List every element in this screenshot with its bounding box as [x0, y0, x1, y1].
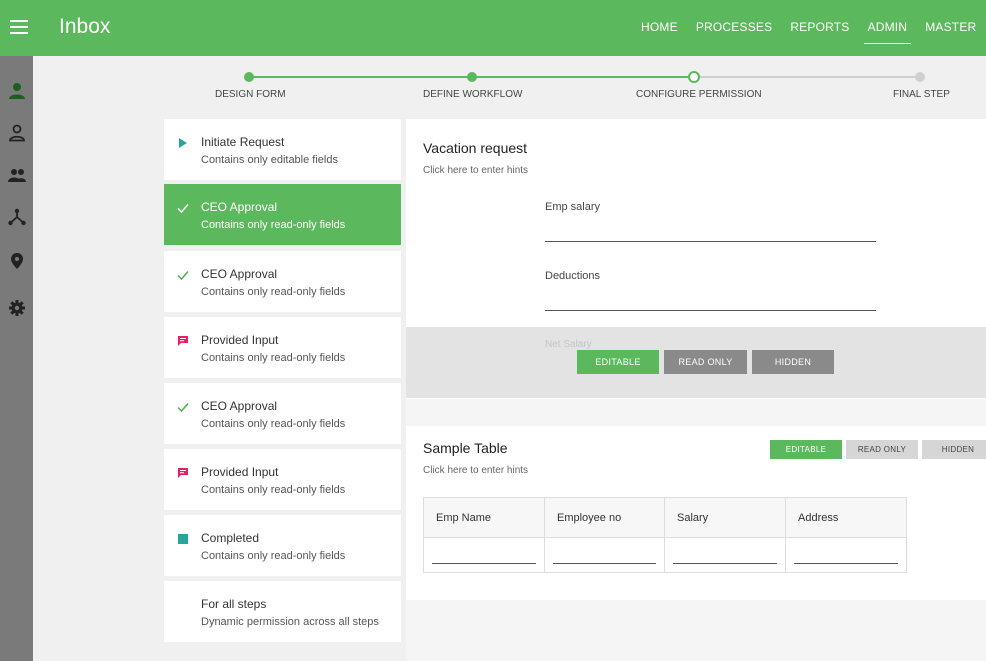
- step-title: CEO Approval: [201, 200, 278, 214]
- step-subtitle: Contains only read-only fields: [201, 219, 346, 231]
- list-item[interactable]: Completed Contains only read-only fields: [164, 515, 401, 576]
- table-cell-input[interactable]: [424, 538, 545, 572]
- main-nav: HOME PROCESSES REPORTS ADMIN MASTER: [641, 0, 986, 56]
- table-read-only-button[interactable]: READ ONLY: [846, 440, 918, 459]
- nav-reports[interactable]: REPORTS: [790, 0, 849, 56]
- sample-table: Emp Name Employee no Salary Address: [423, 497, 907, 573]
- settings-icon[interactable]: [8, 299, 26, 317]
- page-title: Inbox: [59, 15, 111, 38]
- step-title: CEO Approval: [201, 399, 278, 413]
- table-title: Sample Table: [423, 440, 508, 456]
- step-title: Provided Input: [201, 333, 279, 347]
- table-row: [424, 538, 906, 572]
- step-title: Completed: [201, 531, 260, 545]
- column-header-address: Address: [798, 512, 839, 524]
- step-subtitle: Dynamic permission across all steps: [201, 616, 379, 628]
- step-subtitle: Contains only read-only fields: [201, 286, 346, 298]
- stepper-remaining-line: [694, 76, 920, 78]
- left-rail: [0, 56, 33, 661]
- stepper-label-define-workflow[interactable]: DEFINE WORKFLOW: [423, 89, 522, 100]
- hidden-button[interactable]: HIDDEN: [752, 350, 834, 374]
- step-subtitle: Contains only editable fields: [201, 154, 338, 166]
- emp-salary-field[interactable]: [545, 241, 876, 242]
- table-card: Sample Table Click here to enter hints E…: [406, 426, 986, 600]
- form-hint[interactable]: Click here to enter hints: [423, 165, 528, 176]
- deductions-field[interactable]: [545, 310, 876, 311]
- stepper-dot-design-form[interactable]: [244, 72, 254, 82]
- table-header-row: Emp Name Employee no Salary Address: [424, 498, 906, 538]
- stepper-dot-configure-permission[interactable]: [688, 71, 700, 83]
- stepper-label-configure-permission[interactable]: CONFIGURE PERMISSION: [636, 89, 762, 100]
- field-label-emp-salary: Emp salary: [545, 201, 601, 213]
- form-title: Vacation request: [423, 140, 528, 156]
- list-item[interactable]: Provided Input Contains only read-only f…: [164, 449, 401, 510]
- stepper-dot-final-step[interactable]: [915, 72, 925, 82]
- field-label-deductions: Deductions: [545, 270, 601, 282]
- comment-icon: [178, 336, 188, 346]
- nav-admin[interactable]: ADMIN: [863, 0, 911, 56]
- list-item[interactable]: CEO Approval Contains only read-only fie…: [164, 184, 401, 245]
- step-subtitle: Contains only read-only fields: [201, 352, 346, 364]
- table-cell-input[interactable]: [545, 538, 665, 572]
- field-label-net-salary: Net Salary: [545, 339, 592, 350]
- list-item[interactable]: Provided Input Contains only read-only f…: [164, 317, 401, 378]
- form-card: Vacation request Click here to enter hin…: [406, 119, 986, 399]
- table-hint[interactable]: Click here to enter hints: [423, 465, 528, 476]
- square-icon: [178, 534, 188, 544]
- column-header-salary: Salary: [665, 498, 786, 537]
- step-title: Provided Input: [201, 465, 279, 479]
- step-subtitle: Contains only read-only fields: [201, 484, 346, 496]
- nav-master[interactable]: MASTER: [925, 0, 976, 56]
- list-item[interactable]: For all steps Dynamic permission across …: [164, 581, 401, 642]
- person-icon[interactable]: [8, 82, 26, 100]
- check-icon: [177, 204, 189, 214]
- step-subtitle: Contains only read-only fields: [201, 418, 346, 430]
- stepper-label-final-step[interactable]: FINAL STEP: [893, 89, 950, 100]
- permission-pane: Vacation request Click here to enter hin…: [406, 119, 986, 661]
- read-only-button[interactable]: READ ONLY: [664, 350, 747, 374]
- step-title: Initiate Request: [201, 135, 285, 149]
- check-icon: [177, 403, 189, 413]
- comment-icon: [178, 468, 188, 478]
- top-app-bar: Inbox HOME PROCESSES REPORTS ADMIN MASTE…: [0, 0, 986, 56]
- column-header-emp-name: Emp Name: [424, 498, 545, 537]
- table-cell-input[interactable]: [665, 538, 786, 572]
- play-icon: [179, 138, 187, 148]
- workflow-icon[interactable]: [8, 208, 26, 226]
- stepper-dot-define-workflow[interactable]: [467, 72, 477, 82]
- table-editable-button[interactable]: EDITABLE: [770, 440, 842, 459]
- list-item[interactable]: CEO Approval Contains only read-only fie…: [164, 251, 401, 312]
- nav-home[interactable]: HOME: [641, 0, 678, 56]
- step-subtitle: Contains only read-only fields: [201, 550, 346, 562]
- step-title: CEO Approval: [201, 267, 278, 281]
- list-item[interactable]: Initiate Request Contains only editable …: [164, 119, 401, 180]
- list-item[interactable]: CEO Approval Contains only read-only fie…: [164, 383, 401, 444]
- column-header-employee-no: Employee no: [545, 498, 665, 537]
- wizard-stepper: DESIGN FORM DEFINE WORKFLOW CONFIGURE PE…: [33, 56, 986, 118]
- location-icon[interactable]: [8, 252, 26, 270]
- group-icon[interactable]: [8, 167, 26, 185]
- hamburger-menu-icon[interactable]: [10, 20, 28, 34]
- field-permission-bar: Net Salary EDITABLE READ ONLY HIDDEN: [406, 327, 986, 398]
- stepper-label-design-form[interactable]: DESIGN FORM: [215, 89, 286, 100]
- table-cell-input[interactable]: [786, 538, 906, 572]
- person-outline-icon[interactable]: [8, 124, 26, 142]
- editable-button[interactable]: EDITABLE: [577, 350, 659, 374]
- nav-processes[interactable]: PROCESSES: [696, 0, 773, 56]
- step-title: For all steps: [201, 597, 267, 611]
- check-icon: [177, 271, 189, 281]
- table-hidden-button[interactable]: HIDDEN: [922, 440, 986, 459]
